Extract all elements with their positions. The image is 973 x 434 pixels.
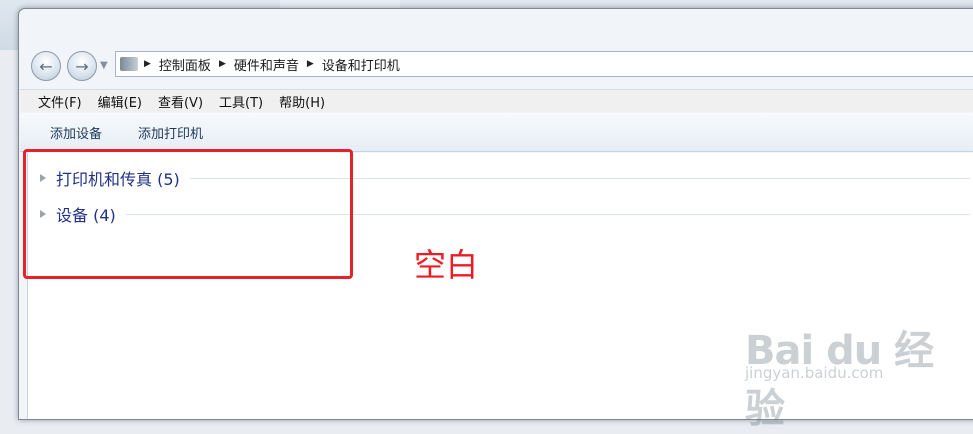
chevron-right-icon[interactable]: ▶	[307, 59, 314, 69]
breadcrumb-devices-printers[interactable]: 设备和打印机	[322, 55, 400, 74]
navigation-row: ← → ▼ ▶ 控制面板 ▶ 硬件和声音 ▶ 设备和打印机	[19, 47, 973, 81]
forward-button[interactable]: →	[67, 51, 97, 81]
breadcrumb-hardware-sound[interactable]: 硬件和声音	[234, 55, 299, 74]
command-bar: 添加设备 添加打印机	[20, 113, 973, 152]
control-panel-icon	[120, 57, 138, 71]
chevron-right-icon[interactable]: ▶	[219, 59, 226, 69]
highlight-box	[23, 149, 353, 279]
menu-tools[interactable]: 工具(T)	[209, 92, 269, 111]
watermark-url: jingyan.baidu.com	[745, 364, 884, 382]
recent-pages-chevron-icon[interactable]: ▼	[100, 60, 108, 71]
address-bar[interactable]: ▶ 控制面板 ▶ 硬件和声音 ▶ 设备和打印机	[115, 51, 973, 77]
menu-edit[interactable]: 编辑(E)	[88, 92, 148, 111]
watermark: Bai du 经验 jingyan.baidu.com	[745, 300, 945, 432]
menu-view[interactable]: 查看(V)	[148, 92, 209, 111]
menu-file[interactable]: 文件(F)	[20, 92, 88, 111]
arrow-right-icon: →	[75, 56, 89, 76]
breadcrumb-control-panel[interactable]: 控制面板	[159, 55, 211, 74]
back-button[interactable]: ←	[31, 51, 61, 81]
add-device-button[interactable]: 添加设备	[50, 123, 102, 142]
menu-bar: 文件(F) 编辑(E) 查看(V) 工具(T) 帮助(H)	[20, 89, 973, 112]
arrow-left-icon: ←	[39, 56, 53, 76]
add-printer-button[interactable]: 添加打印机	[138, 123, 203, 142]
chevron-right-icon[interactable]: ▶	[144, 59, 151, 69]
annotation-label: 空白	[414, 246, 479, 284]
menu-help[interactable]: 帮助(H)	[269, 92, 331, 111]
